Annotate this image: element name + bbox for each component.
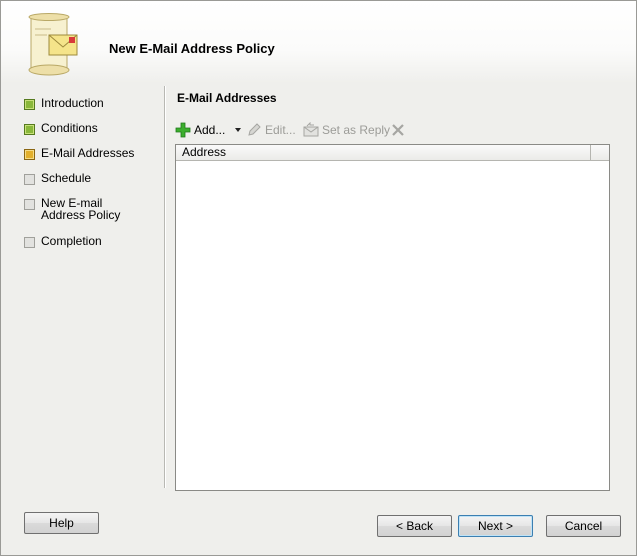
address-list[interactable]: Address [175, 144, 610, 491]
help-button[interactable]: Help [24, 512, 99, 534]
wizard-title: New E-Mail Address Policy [109, 41, 275, 56]
list-header: Address [176, 145, 609, 161]
address-toolbar: Add... Edit... Set as Reply [175, 120, 415, 140]
set-as-reply-label: Set as Reply [322, 123, 391, 137]
envelope-reply-icon [303, 122, 319, 137]
step-label: Schedule [41, 171, 92, 185]
step-done-icon [24, 99, 35, 110]
step-new-email-address-policy: New E-mail Address Policy [24, 197, 146, 221]
next-button[interactable]: Next > [458, 515, 533, 537]
section-title: E-Mail Addresses [177, 91, 277, 105]
green-plus-icon [175, 122, 191, 138]
add-button[interactable]: Add... [175, 120, 225, 140]
edit-label: Edit... [265, 123, 296, 137]
dropdown-arrow-icon [235, 128, 241, 132]
step-introduction: Introduction [24, 97, 104, 110]
step-conditions: Conditions [24, 122, 98, 135]
steps-divider [164, 86, 166, 488]
set-as-reply-button[interactable]: Set as Reply [303, 120, 390, 140]
add-label: Add... [194, 123, 226, 137]
cancel-button[interactable]: Cancel [546, 515, 621, 537]
add-dropdown-button[interactable] [234, 120, 245, 140]
step-done-icon [24, 124, 35, 135]
scroll-envelope-icon [28, 13, 78, 76]
step-pending-icon [24, 199, 35, 210]
step-label: E-Mail Addresses [41, 146, 135, 160]
delete-x-icon [392, 124, 404, 136]
back-button[interactable]: < Back [377, 515, 452, 537]
wizard-header: New E-Mail Address Policy [1, 1, 636, 83]
step-label: Introduction [41, 96, 104, 110]
column-header-filler [591, 145, 609, 160]
step-pending-icon [24, 174, 35, 185]
step-schedule: Schedule [24, 172, 91, 185]
column-header-address[interactable]: Address [176, 145, 591, 160]
edit-button[interactable]: Edit... [246, 120, 296, 140]
step-current-icon [24, 149, 35, 160]
step-label: Conditions [41, 121, 98, 135]
step-completion: Completion [24, 235, 102, 248]
delete-button[interactable] [390, 120, 409, 140]
step-label: Completion [41, 234, 102, 248]
step-label: New E-mail Address Policy [41, 196, 121, 222]
step-email-addresses: E-Mail Addresses [24, 147, 134, 160]
step-pending-icon [24, 237, 35, 248]
pencil-icon [248, 123, 261, 136]
